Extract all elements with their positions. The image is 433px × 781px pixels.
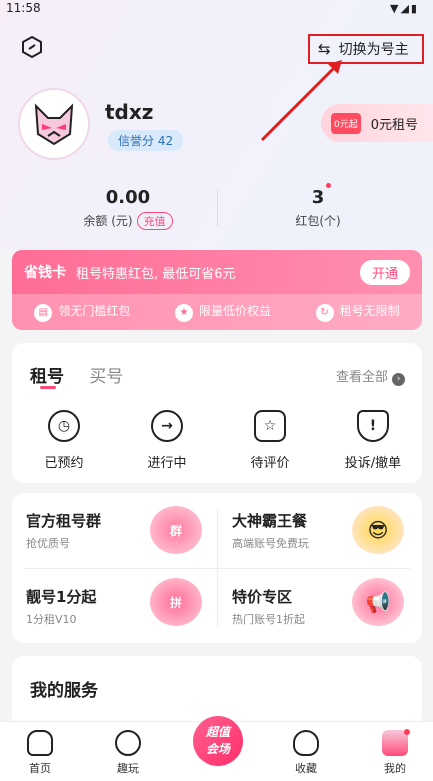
mine-notification-dot [404, 729, 410, 735]
balance-stat[interactable]: 0.00 余额 (元) 充值 [78, 187, 178, 230]
group-ticket-icon: 群 [150, 506, 202, 554]
order-reserved-label: 已预约 [44, 456, 84, 471]
nav-fun[interactable]: 趣玩 [98, 730, 158, 776]
view-all-label: 查看全部 [335, 370, 388, 385]
fox-avatar-icon [34, 103, 74, 146]
balance-label: 余额 (元) [83, 214, 133, 228]
feature-special-offers[interactable]: 特价专区 热门账号1折起 📢 [232, 578, 417, 636]
switch-arrows-icon: ⇆ [318, 40, 331, 58]
zero-rent-button[interactable]: 0元起 0元租号 [321, 104, 433, 142]
features-divider-h [24, 568, 410, 569]
order-in-progress[interactable]: → 进行中 [127, 410, 207, 471]
username: tdxz [105, 100, 154, 124]
benefit-lowprice-label: 限量低价权益 [198, 304, 271, 318]
order-in-progress-label: 进行中 [147, 456, 187, 471]
zero-ticket-icon: 0元起 [331, 112, 361, 134]
star-tag-icon: ★ [174, 304, 193, 322]
open-savings-button[interactable]: 开通 [359, 260, 410, 285]
arrow-circle-icon: → [151, 410, 183, 442]
stat-divider [217, 190, 218, 226]
center-promo-button[interactable]: 超值 会场 [193, 716, 243, 766]
chevron-right-icon: › [392, 373, 405, 386]
feature-free-meal[interactable]: 大神霸王餐 高端账号免费玩 😎 [232, 506, 417, 560]
cool-face-icon: 😎 [352, 506, 404, 554]
zero-rent-label: 0元租号 [370, 117, 419, 133]
status-bar: 11:58 ▼◢▮ [0, 0, 433, 18]
recharge-button[interactable]: 充值 [136, 212, 173, 230]
nav-mine[interactable]: 我的 [365, 730, 425, 776]
order-reserved[interactable]: ◷ 已预约 [24, 410, 104, 471]
nav-fav[interactable]: 收藏 [276, 730, 336, 776]
nav-fun-label: 趣玩 [117, 762, 139, 775]
center-promo-line1: 超值 [205, 725, 230, 739]
status-time: 11:58 [6, 1, 41, 15]
avatar[interactable] [18, 88, 90, 160]
order-to-review-label: 待评价 [250, 456, 290, 471]
clock-icon: ◷ [48, 410, 80, 442]
nav-mine-label: 我的 [384, 762, 406, 775]
switch-role-button[interactable]: ⇆ 切换为号主 [308, 34, 424, 64]
heart-icon [293, 730, 319, 756]
feature-cheap-accounts[interactable]: 靓号1分起 1分租V10 拼 [26, 578, 211, 636]
shield-alert-icon: ! [357, 410, 389, 442]
refresh-icon: ↻ [315, 304, 334, 322]
services-title: 我的服务 [30, 681, 98, 701]
feature-official-group[interactable]: 官方租号群 抢优质号 群 [26, 506, 211, 560]
order-complaint-label: 投诉/撤单 [344, 456, 402, 471]
settings-hex-icon[interactable] [20, 35, 44, 59]
benefit-unlimited-label: 租号无限制 [339, 304, 400, 318]
order-to-review[interactable]: ☆ 待评价 [230, 410, 310, 471]
redpack-value: 3 [311, 187, 325, 208]
redpack-dot [326, 183, 331, 188]
redpack-stat[interactable]: 3 红包(个) [268, 187, 368, 229]
balance-value: 0.00 [105, 187, 151, 208]
nav-home-label: 首页 [29, 762, 51, 775]
benefit-coupon-label: 领无门槛红包 [58, 304, 131, 318]
tab-buy[interactable]: 买号 [89, 367, 123, 387]
home-icon [27, 730, 53, 756]
switch-role-label: 切换为号主 [338, 42, 409, 58]
savings-card-desc: 租号特惠红包, 最低可省6元 [76, 266, 236, 282]
tab-indicator [40, 386, 56, 389]
credit-score-badge[interactable]: 信誉分 42 [108, 130, 184, 151]
redpack-label: 红包(个) [295, 214, 341, 228]
nav-fav-label: 收藏 [295, 762, 317, 775]
star-icon: ☆ [254, 410, 286, 442]
coupon-icon: ▤ [34, 304, 53, 322]
center-promo-line2: 会场 [205, 742, 230, 756]
status-icons: ▼◢▮ [390, 2, 419, 15]
megaphone-icon: 📢 [352, 578, 404, 626]
benefit-unlimited[interactable]: ↻ 租号无限制 [315, 302, 400, 322]
order-complaint[interactable]: ! 投诉/撤单 [333, 410, 413, 471]
savings-card-title: 省钱卡 [24, 265, 66, 281]
tab-rent[interactable]: 租号 [30, 367, 64, 387]
savings-card[interactable]: 省钱卡 租号特惠红包, 最低可省6元 开通 ▤ 领无门槛红包 ★ 限量低价权益 ↻ 租… [12, 250, 422, 330]
order-tabs: 租号 买号 [30, 362, 123, 387]
benefit-lowprice[interactable]: ★ 限量低价权益 [174, 302, 271, 322]
planet-icon [115, 730, 141, 756]
nav-home[interactable]: 首页 [10, 730, 70, 776]
group-buy-icon: 拼 [150, 578, 202, 626]
benefit-coupon[interactable]: ▤ 领无门槛红包 [34, 302, 130, 322]
view-all-button[interactable]: 查看全部 › [336, 366, 405, 386]
